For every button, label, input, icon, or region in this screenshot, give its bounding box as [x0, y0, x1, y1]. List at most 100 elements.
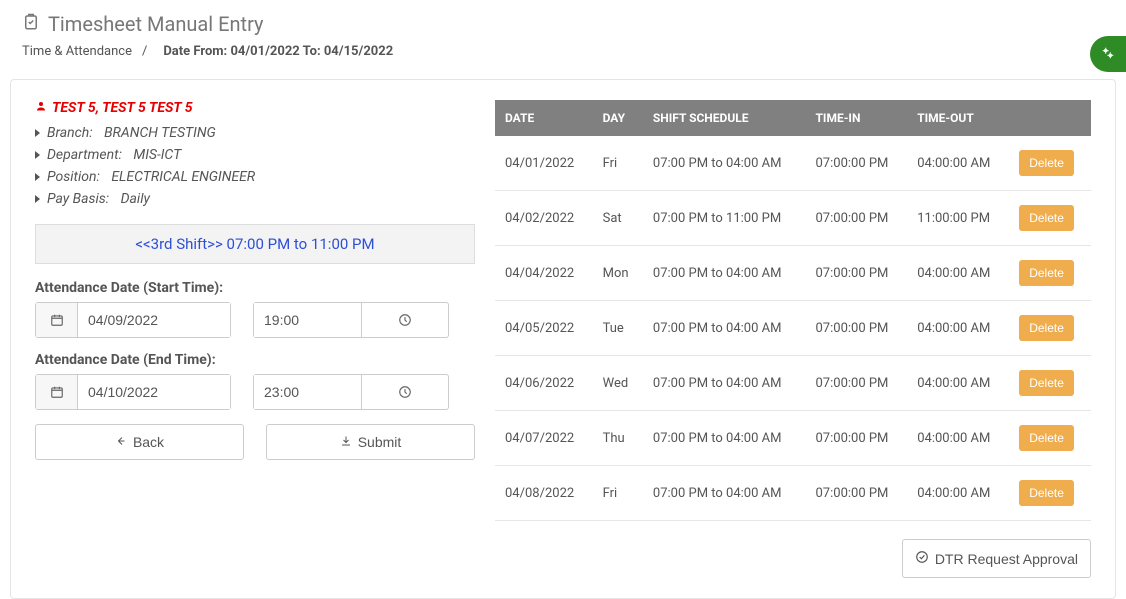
breadcrumb: Time & Attendance / Date From: 04/01/202… [22, 44, 1104, 69]
end-time-input[interactable] [254, 375, 361, 409]
cell-timeout: 04:00:00 AM [907, 356, 1009, 411]
cell-timeout: 04:00:00 AM [907, 466, 1009, 521]
delete-button[interactable]: Delete [1019, 205, 1074, 231]
clock-icon[interactable] [361, 303, 449, 337]
cell-date: 04/02/2022 [495, 191, 593, 246]
breadcrumb-root[interactable]: Time & Attendance [22, 44, 132, 59]
table-row: 04/06/2022Wed07:00 PM to 04:00 AM07:00:0… [495, 356, 1091, 411]
shift-banner: <<3rd Shift>> 07:00 PM to 11:00 PM [35, 224, 475, 264]
cell-shift: 07:00 PM to 04:00 AM [643, 136, 806, 191]
cell-timeout: 04:00:00 AM [907, 136, 1009, 191]
cell-date: 04/05/2022 [495, 301, 593, 356]
cell-day: Wed [593, 356, 643, 411]
dtr-approval-button[interactable]: DTR Request Approval [902, 539, 1091, 578]
calendar-icon[interactable] [36, 303, 78, 337]
end-date-input[interactable] [78, 375, 230, 409]
end-time-label: Attendance Date (End Time): [35, 352, 475, 368]
user-icon [35, 100, 47, 116]
start-time-label: Attendance Date (Start Time): [35, 280, 475, 296]
cell-timein: 07:00:00 PM [806, 191, 908, 246]
delete-button[interactable]: Delete [1019, 150, 1074, 176]
cell-shift: 07:00 PM to 11:00 PM [643, 191, 806, 246]
th-timeout: TIME-OUT [907, 100, 1009, 136]
cell-timeout: 04:00:00 AM [907, 411, 1009, 466]
dtr-approval-label: DTR Request Approval [935, 551, 1078, 567]
clipboard-icon [22, 12, 40, 36]
caret-right-icon [35, 151, 40, 159]
cell-day: Thu [593, 411, 643, 466]
table-row: 04/02/2022Sat07:00 PM to 11:00 PM07:00:0… [495, 191, 1091, 246]
check-circle-icon [915, 550, 929, 567]
start-time-input[interactable] [254, 303, 361, 337]
delete-button[interactable]: Delete [1019, 315, 1074, 341]
info-paybasis: Pay Basis: Daily [35, 188, 475, 210]
table-row: 04/05/2022Tue07:00 PM to 04:00 AM07:00:0… [495, 301, 1091, 356]
cell-timein: 07:00:00 PM [806, 466, 908, 521]
cell-timeout: 11:00:00 PM [907, 191, 1009, 246]
table-row: 04/04/2022Mon07:00 PM to 04:00 AM07:00:0… [495, 246, 1091, 301]
back-button[interactable]: Back [35, 424, 244, 460]
cell-date: 04/01/2022 [495, 136, 593, 191]
cell-timein: 07:00:00 PM [806, 136, 908, 191]
employee-info-list: Branch: BRANCH TESTING Department: MIS-I… [35, 122, 475, 210]
cell-shift: 07:00 PM to 04:00 AM [643, 301, 806, 356]
start-date-input[interactable] [78, 303, 230, 337]
employee-name: TEST 5, TEST 5 TEST 5 [35, 100, 475, 116]
cell-day: Mon [593, 246, 643, 301]
gears-icon [1101, 45, 1115, 64]
th-action [1009, 100, 1091, 136]
info-branch: Branch: BRANCH TESTING [35, 122, 475, 144]
cell-timeout: 04:00:00 AM [907, 301, 1009, 356]
cell-date: 04/08/2022 [495, 466, 593, 521]
cell-day: Fri [593, 466, 643, 521]
cell-date: 04/07/2022 [495, 411, 593, 466]
cell-timeout: 04:00:00 AM [907, 246, 1009, 301]
cell-day: Sat [593, 191, 643, 246]
cell-day: Tue [593, 301, 643, 356]
start-date-group [35, 302, 231, 338]
delete-button[interactable]: Delete [1019, 260, 1074, 286]
table-row: 04/08/2022Fri07:00 PM to 04:00 AM07:00:0… [495, 466, 1091, 521]
cell-shift: 07:00 PM to 04:00 AM [643, 411, 806, 466]
start-time-group [253, 302, 449, 338]
cell-date: 04/06/2022 [495, 356, 593, 411]
breadcrumb-sep: / [142, 44, 147, 59]
submit-label: Submit [358, 434, 402, 450]
page-title-text: Timesheet Manual Entry [48, 12, 263, 36]
timesheet-table: DATE DAY SHIFT SCHEDULE TIME-IN TIME-OUT… [495, 100, 1091, 521]
caret-right-icon [35, 195, 40, 203]
cell-day: Fri [593, 136, 643, 191]
cell-timein: 07:00:00 PM [806, 356, 908, 411]
delete-button[interactable]: Delete [1019, 480, 1074, 506]
cell-date: 04/04/2022 [495, 246, 593, 301]
cell-shift: 07:00 PM to 04:00 AM [643, 356, 806, 411]
cell-shift: 07:00 PM to 04:00 AM [643, 466, 806, 521]
info-position: Position: ELECTRICAL ENGINEER [35, 166, 475, 188]
submit-button[interactable]: Submit [266, 424, 475, 460]
page-title: Timesheet Manual Entry [22, 12, 1104, 36]
settings-button[interactable] [1090, 36, 1126, 72]
info-department: Department: MIS-ICT [35, 144, 475, 166]
th-day: DAY [593, 100, 643, 136]
th-shift: SHIFT SCHEDULE [643, 100, 806, 136]
employee-name-text: TEST 5, TEST 5 TEST 5 [52, 100, 193, 116]
cell-timein: 07:00:00 PM [806, 246, 908, 301]
delete-button[interactable]: Delete [1019, 370, 1074, 396]
end-time-group [253, 374, 449, 410]
delete-button[interactable]: Delete [1019, 425, 1074, 451]
table-row: 04/01/2022Fri07:00 PM to 04:00 AM07:00:0… [495, 136, 1091, 191]
download-icon [340, 434, 352, 450]
arrow-left-icon [115, 434, 127, 450]
back-label: Back [133, 434, 164, 450]
breadcrumb-current: Date From: 04/01/2022 To: 04/15/2022 [163, 44, 393, 59]
th-date: DATE [495, 100, 593, 136]
cell-timein: 07:00:00 PM [806, 411, 908, 466]
clock-icon[interactable] [361, 375, 449, 409]
caret-right-icon [35, 173, 40, 181]
caret-right-icon [35, 129, 40, 137]
end-date-group [35, 374, 231, 410]
th-timein: TIME-IN [806, 100, 908, 136]
cell-timein: 07:00:00 PM [806, 301, 908, 356]
calendar-icon[interactable] [36, 375, 78, 409]
cell-shift: 07:00 PM to 04:00 AM [643, 246, 806, 301]
